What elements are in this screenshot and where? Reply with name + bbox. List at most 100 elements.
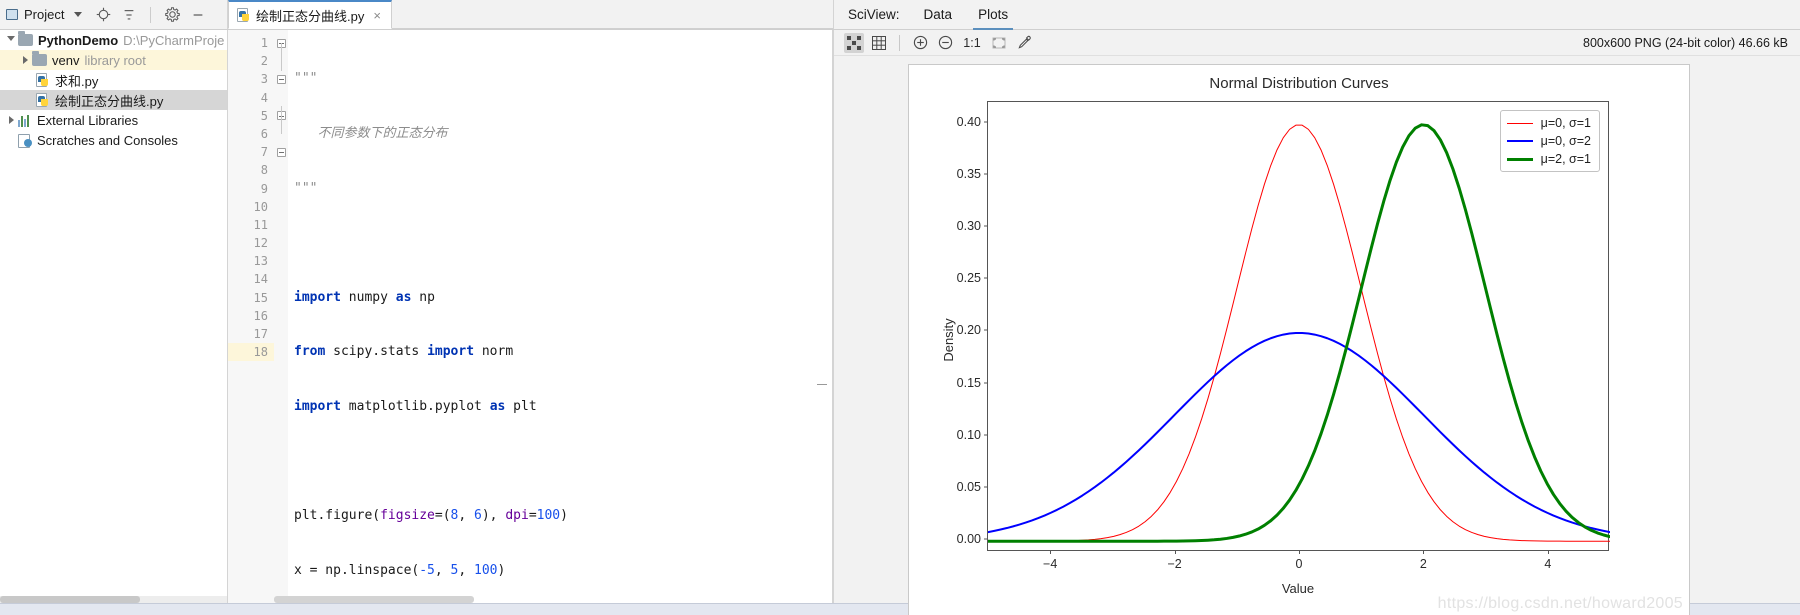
top-toolbar-row: Project 绘制正态分曲线.py × SciView: Data Plots — [0, 0, 1800, 30]
legend-entry: μ=0, σ=2 — [1506, 134, 1591, 148]
line-number: 12 — [253, 236, 268, 251]
line-number: 11 — [253, 217, 268, 232]
fit-screen-icon[interactable] — [989, 33, 1009, 53]
project-pane-horizontal-scrollbar[interactable] — [0, 596, 140, 603]
legend-swatch-blue — [1506, 140, 1533, 142]
scratches-icon — [18, 133, 32, 148]
ytick-label: 0.20 — [956, 323, 981, 338]
chevron-right-icon[interactable] — [4, 116, 18, 124]
chart-xlabel: Value — [1281, 581, 1315, 596]
minimize-icon[interactable] — [190, 7, 206, 23]
legend-entry: μ=0, σ=1 — [1506, 116, 1591, 130]
sciview-toolbar: 1:1 800x600 PNG (24-bit color) 46.66 kB — [834, 30, 1800, 56]
gear-icon[interactable] — [164, 7, 180, 23]
code-line-6: from scipy.stats import norm — [294, 344, 514, 360]
code-line-10: x = np.linspace(-5, 5, 100) — [294, 562, 506, 578]
xtick-label: 2 — [1419, 557, 1427, 571]
tree-item-qiuhe-py[interactable]: 求和.py — [0, 70, 227, 90]
line-number: 5 — [260, 108, 268, 123]
sciview-title: SciView: — [848, 7, 900, 22]
zoom-out-icon[interactable] — [935, 33, 955, 53]
zoom-in-icon[interactable] — [910, 33, 930, 53]
close-icon[interactable]: × — [373, 9, 381, 22]
code-line-3: """ — [294, 180, 318, 196]
code-line-5: import numpy as np — [294, 289, 435, 305]
ytick-label: 0.30 — [956, 219, 981, 233]
tree-item-tag: library root — [84, 52, 146, 68]
plot-image[interactable]: Normal Distribution Curves Density Value… — [908, 64, 1690, 615]
collapse-all-icon[interactable] — [121, 7, 137, 23]
folder-icon — [32, 51, 47, 66]
libraries-icon — [18, 114, 32, 127]
chevron-down-icon[interactable] — [4, 35, 18, 45]
pycharm-window: Project 绘制正态分曲线.py × SciView: Data Plots… — [0, 0, 1800, 615]
tab-plots[interactable]: Plots — [973, 3, 1014, 30]
project-label: Project — [24, 7, 65, 22]
toolbar-divider — [150, 6, 152, 23]
editor-fold-column — [274, 30, 288, 603]
line-number: 14 — [253, 272, 268, 287]
line-number: 4 — [260, 90, 268, 105]
folder-icon — [18, 31, 33, 46]
tab-data[interactable]: Data — [922, 3, 955, 26]
line-number: 3 — [260, 72, 268, 87]
editor-tab-strip: 绘制正态分曲线.py × — [228, 0, 833, 29]
line-number: 10 — [253, 199, 268, 214]
grid-icon[interactable] — [869, 33, 889, 53]
editor-line-marker — [817, 384, 827, 385]
fold-marker-imports-end[interactable] — [274, 143, 288, 161]
tree-item-venv[interactable]: venv library root — [0, 50, 227, 70]
line-number: 15 — [253, 290, 268, 305]
code-text-area[interactable]: """ 不同参数下的正态分布 """ import numpy as np fr… — [288, 30, 833, 603]
fold-marker-docstring-end[interactable] — [274, 70, 288, 88]
sciview-pane: 1:1 800x600 PNG (24-bit color) 46.66 kB … — [833, 30, 1800, 615]
python-file-icon — [237, 7, 251, 23]
fit-content-icon[interactable] — [844, 32, 864, 53]
legend-swatch-green — [1506, 157, 1533, 161]
actual-size-button[interactable]: 1:1 — [960, 33, 984, 53]
project-toolbar: Project — [0, 0, 228, 29]
chevron-down-icon[interactable] — [74, 12, 83, 17]
code-editor-pane: 1 2 3 4 5 6 7 8 9 10 11 12 13 14 15 16 1… — [228, 30, 833, 603]
editor-gutter: 1 2 3 4 5 6 7 8 9 10 11 12 13 14 15 16 1… — [228, 30, 274, 603]
legend-label: μ=0, σ=2 — [1540, 134, 1591, 148]
sciview-header: SciView: Data Plots — [833, 0, 1800, 30]
tree-item-scratches-and-consoles[interactable]: Scratches and Consoles — [0, 130, 227, 150]
legend-swatch-red — [1506, 122, 1533, 124]
project-tree-pane: PythonDemo D:\PyCharmProje venv library … — [0, 30, 228, 603]
ytick-label: 0.40 — [956, 114, 981, 129]
locate-icon[interactable] — [95, 7, 111, 23]
tree-item-label: PythonDemo — [38, 32, 119, 48]
line-number: 6 — [260, 126, 268, 141]
tree-item-pythondemo[interactable]: PythonDemo D:\PyCharmProje — [0, 30, 227, 50]
main-content-row: PythonDemo D:\PyCharmProje venv library … — [0, 30, 1800, 615]
tree-item-external-libraries[interactable]: External Libraries — [0, 110, 227, 130]
line-number-current: 18 — [228, 343, 274, 362]
color-picker-icon[interactable] — [1014, 33, 1034, 53]
legend-label: μ=2, σ=1 — [1540, 152, 1591, 166]
chevron-right-icon[interactable] — [18, 56, 32, 64]
line-number: 9 — [260, 181, 268, 196]
line-number: 17 — [253, 327, 268, 341]
xtick-label: −4 — [1043, 557, 1058, 571]
plot-canvas-wrapper: Normal Distribution Curves Density Value… — [834, 56, 1800, 615]
editor-horizontal-scrollbar[interactable] — [274, 596, 474, 603]
editor-tab[interactable]: 绘制正态分曲线.py × — [228, 0, 392, 29]
tree-item-label: Scratches and Consoles — [37, 132, 178, 148]
python-file-icon — [36, 92, 50, 108]
python-file-icon — [36, 72, 50, 88]
project-square-icon — [6, 9, 18, 20]
legend-entry: μ=2, σ=1 — [1506, 152, 1591, 166]
ytick-label: 0.25 — [956, 271, 981, 286]
xtick-label: 0 — [1295, 557, 1303, 571]
tree-item-label: External Libraries — [37, 112, 139, 128]
tree-item-label: 求和.py — [55, 73, 99, 89]
tree-item-normal-curve-py[interactable]: 绘制正态分曲线.py — [0, 90, 227, 110]
ytick-label: 0.00 — [956, 532, 981, 547]
code-line-9: plt.figure(figsize=(8, 6), dpi=100) — [294, 508, 568, 524]
line-number: 8 — [260, 163, 268, 178]
tree-item-label: venv — [52, 52, 80, 68]
line-number: 16 — [253, 308, 268, 323]
project-view-selector[interactable]: Project — [6, 7, 83, 22]
